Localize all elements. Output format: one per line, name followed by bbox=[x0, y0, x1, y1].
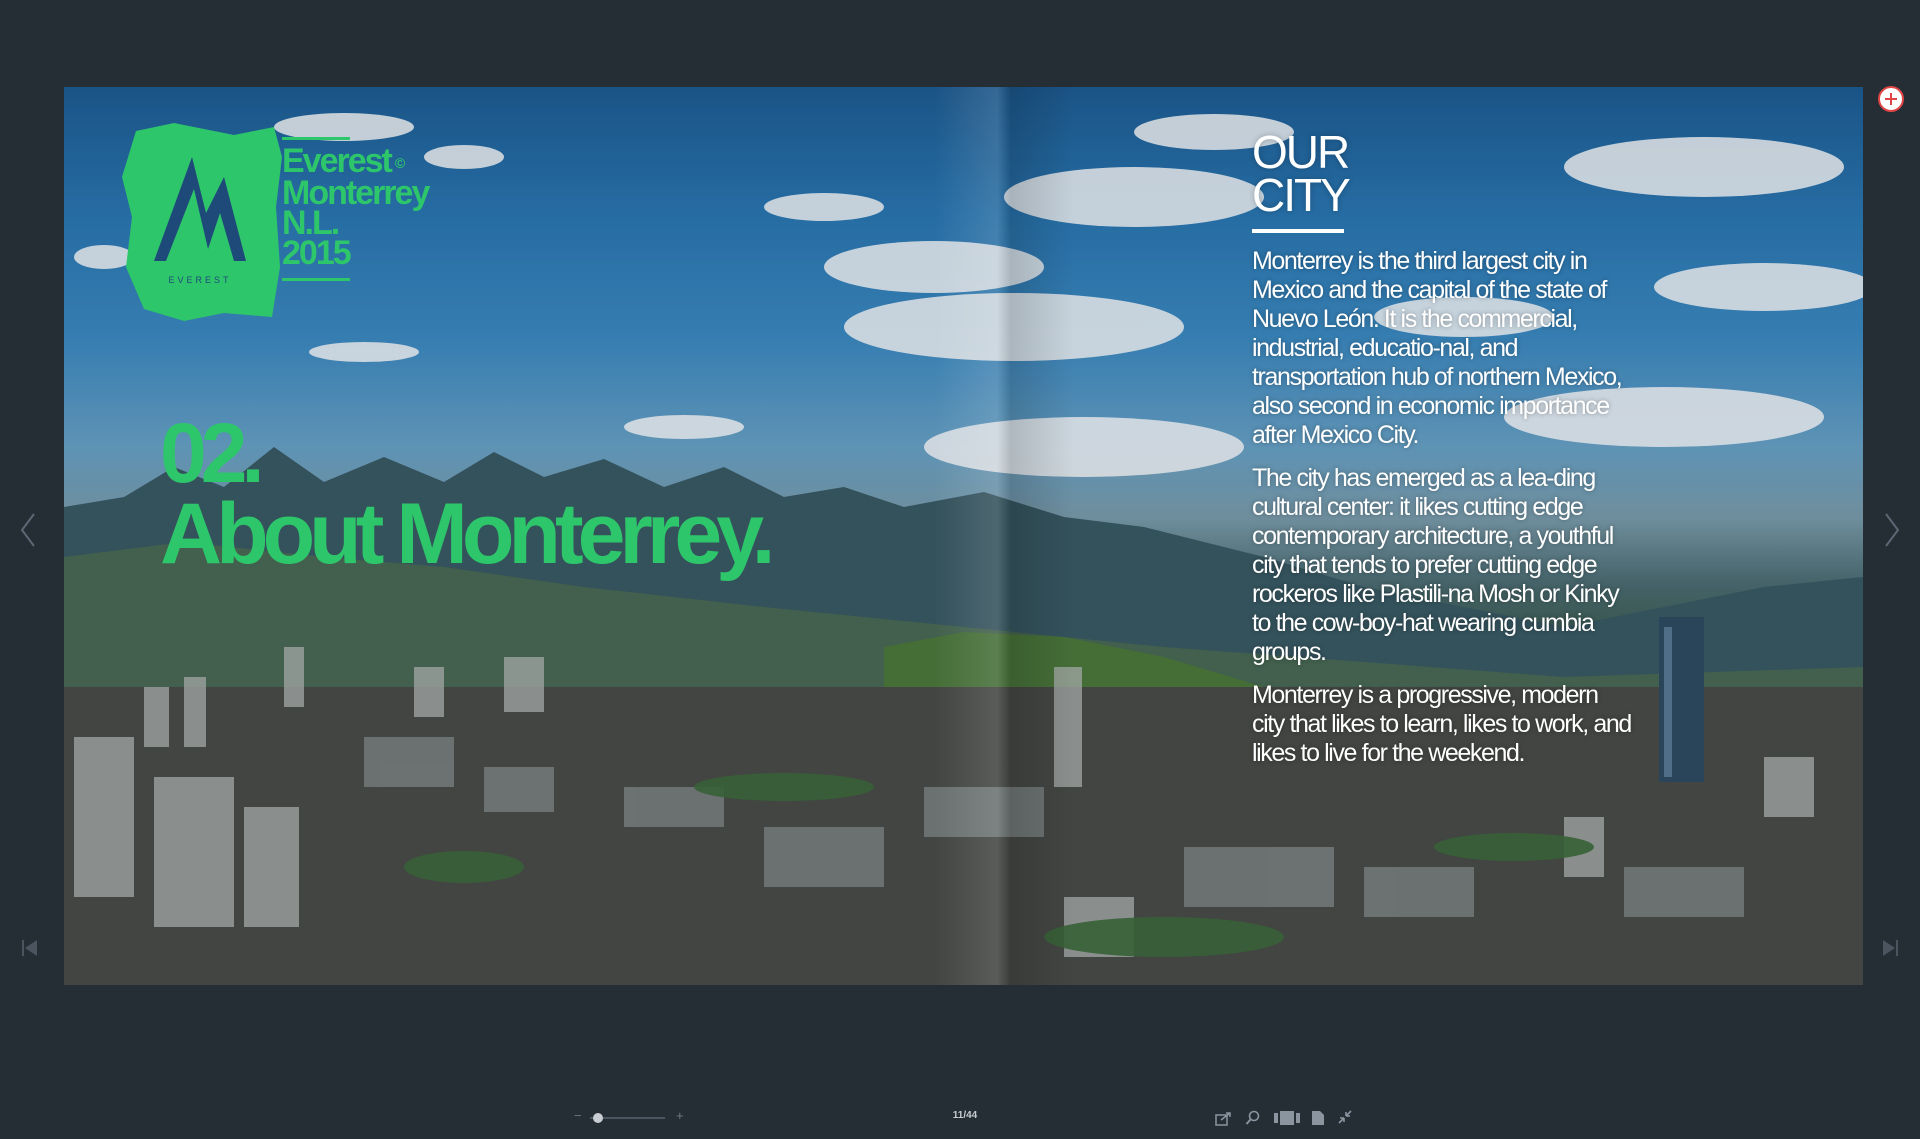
emblem-text: EVEREST bbox=[168, 275, 231, 285]
heading-line2: CITY bbox=[1252, 169, 1351, 221]
city-paragraph-1: Monterrey is the third largest city in M… bbox=[1252, 247, 1623, 449]
chevron-left-icon[interactable] bbox=[18, 510, 38, 550]
flipbook-viewer: EVEREST Everest © Monterrey N.L. 2015 02.… bbox=[0, 0, 1920, 1139]
everest-logo-emblem: EVEREST bbox=[122, 123, 282, 321]
document-icon[interactable] bbox=[1311, 1110, 1325, 1126]
page-fold bbox=[934, 87, 1074, 985]
our-city-heading: OUR CITY bbox=[1252, 126, 1632, 221]
logo-rule-bottom bbox=[282, 278, 350, 282]
our-city-column: OUR CITY Monterrey is the third largest … bbox=[1252, 126, 1632, 782]
zoom-out-button[interactable]: − bbox=[574, 1108, 582, 1123]
exit-fullscreen-icon[interactable] bbox=[1338, 1110, 1352, 1124]
search-icon[interactable] bbox=[1245, 1110, 1261, 1126]
viewer-toolbar: − + 11/44 bbox=[0, 1104, 1920, 1134]
magazine-spread[interactable]: EVEREST Everest © Monterrey N.L. 2015 02.… bbox=[64, 87, 1863, 985]
copyright-mark: © bbox=[394, 155, 406, 172]
city-paragraph-3: Monterrey is a progressive, modern city … bbox=[1252, 681, 1632, 767]
page-counter: 11/44 bbox=[952, 1110, 978, 1121]
heading-line1: OUR bbox=[1252, 126, 1350, 178]
section-title: About Monterrey. bbox=[160, 486, 776, 582]
heading-rule bbox=[1252, 229, 1344, 233]
zoom-slider-handle[interactable] bbox=[593, 1113, 603, 1123]
section-number: 02. bbox=[160, 406, 265, 500]
logo-brand-line4: 2015 bbox=[282, 234, 352, 273]
share-icon[interactable] bbox=[1215, 1110, 1233, 1126]
plus-circle-icon bbox=[1885, 93, 1897, 105]
logo-wordmark: Everest © Monterrey N.L. 2015 bbox=[282, 137, 430, 287]
thumbnails-icon[interactable] bbox=[1274, 1110, 1300, 1126]
city-paragraph-2: The city has emerged as a lea-ding cultu… bbox=[1252, 464, 1620, 666]
fullscreen-button[interactable] bbox=[1878, 86, 1904, 112]
zoom-in-button[interactable]: + bbox=[676, 1108, 684, 1123]
skip-first-icon[interactable] bbox=[22, 938, 38, 958]
skip-last-icon[interactable] bbox=[1882, 938, 1898, 958]
chevron-right-icon[interactable] bbox=[1882, 510, 1902, 550]
logo-rule-top bbox=[282, 137, 350, 140]
